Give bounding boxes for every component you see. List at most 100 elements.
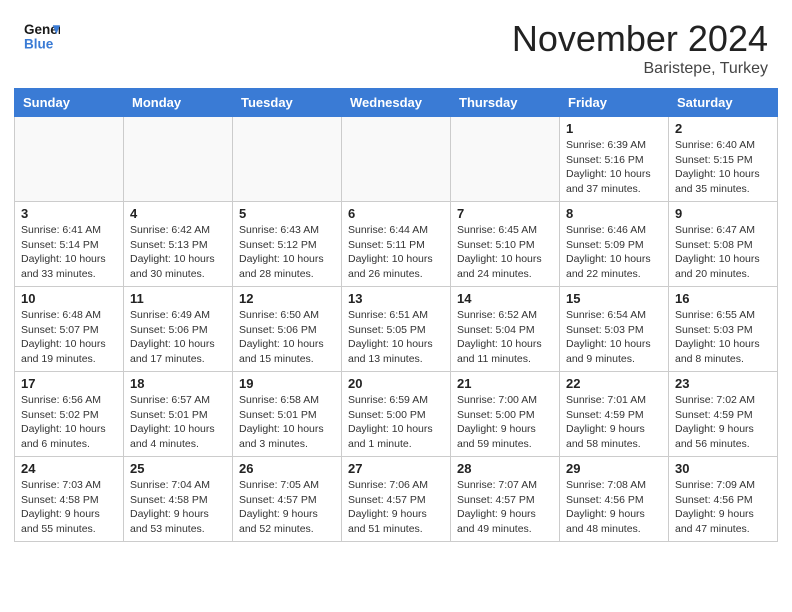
day-info: Sunrise: 6:57 AMSunset: 5:01 PMDaylight:… <box>130 393 226 452</box>
calendar-cell: 9Sunrise: 6:47 AMSunset: 5:08 PMDaylight… <box>669 202 778 287</box>
day-number: 23 <box>675 376 771 391</box>
calendar-cell: 30Sunrise: 7:09 AMSunset: 4:56 PMDayligh… <box>669 457 778 542</box>
calendar-cell: 17 Sunrise: 6:56 AMSunset: 5:02 PMDayligh… <box>15 372 124 457</box>
calendar-cell: 28 Sunrise: 7:07 AMSunset: 4:57 PMDayligh… <box>451 457 560 542</box>
day-number: 4 <box>130 206 226 221</box>
day-number: 26 <box>239 461 335 476</box>
day-number: 16 <box>675 291 771 306</box>
day-number: 9 <box>675 206 771 221</box>
weekday-header-row: SundayMondayTuesdayWednesdayThursdayFrid… <box>15 89 778 117</box>
weekday-header-wednesday: Wednesday <box>342 89 451 117</box>
calendar-cell: 20 Sunrise: 6:59 AMSunset: 5:00 PMDayligh… <box>342 372 451 457</box>
weekday-header-thursday: Thursday <box>451 89 560 117</box>
day-info: Sunrise: 6:41 AMSunset: 5:14 PMDaylight:… <box>21 223 117 282</box>
calendar-cell: 22 Sunrise: 7:01 AMSunset: 4:59 PMDayligh… <box>560 372 669 457</box>
weekday-header-tuesday: Tuesday <box>233 89 342 117</box>
day-number: 28 <box>457 461 553 476</box>
day-number: 3 <box>21 206 117 221</box>
day-number: 15 <box>566 291 662 306</box>
page-header: General Blue November 2024 Baristepe, Tu… <box>0 0 792 88</box>
weekday-header-monday: Monday <box>124 89 233 117</box>
day-number: 29 <box>566 461 662 476</box>
svg-text:Blue: Blue <box>24 37 54 52</box>
calendar-cell: 13 Sunrise: 6:51 AMSunset: 5:05 PMDayligh… <box>342 287 451 372</box>
calendar-cell: 25 Sunrise: 7:04 AMSunset: 4:58 PMDayligh… <box>124 457 233 542</box>
calendar-cell: 4 Sunrise: 6:42 AMSunset: 5:13 PMDaylight… <box>124 202 233 287</box>
day-info: Sunrise: 6:46 AMSunset: 5:09 PMDaylight:… <box>566 223 662 282</box>
day-info: Sunrise: 7:00 AMSunset: 5:00 PMDaylight:… <box>457 393 553 452</box>
weekday-header-saturday: Saturday <box>669 89 778 117</box>
day-info: Sunrise: 7:04 AMSunset: 4:58 PMDaylight:… <box>130 478 226 537</box>
day-number: 10 <box>21 291 117 306</box>
calendar-cell: 18 Sunrise: 6:57 AMSunset: 5:01 PMDayligh… <box>124 372 233 457</box>
calendar-cell <box>15 117 124 202</box>
day-number: 25 <box>130 461 226 476</box>
svg-text:General: General <box>24 22 60 37</box>
calendar-cell: 19Sunrise: 6:58 AMSunset: 5:01 PMDayligh… <box>233 372 342 457</box>
day-number: 20 <box>348 376 444 391</box>
calendar-cell: 12Sunrise: 6:50 AMSunset: 5:06 PMDayligh… <box>233 287 342 372</box>
calendar-cell: 26 Sunrise: 7:05 AMSunset: 4:57 PMDayligh… <box>233 457 342 542</box>
day-info: Sunrise: 7:02 AMSunset: 4:59 PMDaylight:… <box>675 393 771 452</box>
day-info: Sunrise: 6:44 AMSunset: 5:11 PMDaylight:… <box>348 223 444 282</box>
calendar-cell <box>342 117 451 202</box>
day-info: Sunrise: 6:58 AMSunset: 5:01 PMDaylight:… <box>239 393 335 452</box>
calendar-cell: 6 Sunrise: 6:44 AMSunset: 5:11 PMDaylight… <box>342 202 451 287</box>
day-info: Sunrise: 6:49 AMSunset: 5:06 PMDaylight:… <box>130 308 226 367</box>
day-info: Sunrise: 7:08 AMSunset: 4:56 PMDaylight:… <box>566 478 662 537</box>
day-info: Sunrise: 6:45 AMSunset: 5:10 PMDaylight:… <box>457 223 553 282</box>
day-info: Sunrise: 6:59 AMSunset: 5:00 PMDaylight:… <box>348 393 444 452</box>
calendar-cell: 16 Sunrise: 6:55 AMSunset: 5:03 PMDayligh… <box>669 287 778 372</box>
calendar-cell: 2Sunrise: 6:40 AMSunset: 5:15 PMDaylight… <box>669 117 778 202</box>
calendar-cell: 15 Sunrise: 6:54 AMSunset: 5:03 PMDayligh… <box>560 287 669 372</box>
day-info: Sunrise: 6:52 AMSunset: 5:04 PMDaylight:… <box>457 308 553 367</box>
calendar-cell <box>233 117 342 202</box>
day-info: Sunrise: 6:39 AMSunset: 5:16 PMDaylight:… <box>566 138 662 197</box>
day-info: Sunrise: 6:42 AMSunset: 5:13 PMDaylight:… <box>130 223 226 282</box>
day-info: Sunrise: 7:06 AMSunset: 4:57 PMDaylight:… <box>348 478 444 537</box>
calendar-cell <box>124 117 233 202</box>
day-number: 21 <box>457 376 553 391</box>
day-info: Sunrise: 6:48 AMSunset: 5:07 PMDaylight:… <box>21 308 117 367</box>
day-number: 11 <box>130 291 226 306</box>
day-info: Sunrise: 6:54 AMSunset: 5:03 PMDaylight:… <box>566 308 662 367</box>
day-number: 13 <box>348 291 444 306</box>
day-info: Sunrise: 7:01 AMSunset: 4:59 PMDaylight:… <box>566 393 662 452</box>
day-number: 8 <box>566 206 662 221</box>
calendar-cell <box>451 117 560 202</box>
calendar-cell: 7 Sunrise: 6:45 AMSunset: 5:10 PMDaylight… <box>451 202 560 287</box>
calendar-table: SundayMondayTuesdayWednesdayThursdayFrid… <box>14 88 778 542</box>
calendar-cell: 14 Sunrise: 6:52 AMSunset: 5:04 PMDayligh… <box>451 287 560 372</box>
calendar-cell: 8 Sunrise: 6:46 AMSunset: 5:09 PMDaylight… <box>560 202 669 287</box>
calendar-cell: 1 Sunrise: 6:39 AMSunset: 5:16 PMDaylight… <box>560 117 669 202</box>
day-number: 14 <box>457 291 553 306</box>
week-row-4: 17 Sunrise: 6:56 AMSunset: 5:02 PMDayligh… <box>15 372 778 457</box>
calendar-cell: 24Sunrise: 7:03 AMSunset: 4:58 PMDayligh… <box>15 457 124 542</box>
header-right: November 2024 Baristepe, Turkey <box>512 18 768 78</box>
day-number: 22 <box>566 376 662 391</box>
calendar-wrapper: SundayMondayTuesdayWednesdayThursdayFrid… <box>0 88 792 556</box>
week-row-5: 24Sunrise: 7:03 AMSunset: 4:58 PMDayligh… <box>15 457 778 542</box>
logo-icon: General Blue <box>24 18 60 54</box>
day-number: 17 <box>21 376 117 391</box>
day-info: Sunrise: 7:07 AMSunset: 4:57 PMDaylight:… <box>457 478 553 537</box>
day-info: Sunrise: 6:40 AMSunset: 5:15 PMDaylight:… <box>675 138 771 197</box>
day-info: Sunrise: 6:51 AMSunset: 5:05 PMDaylight:… <box>348 308 444 367</box>
day-number: 12 <box>239 291 335 306</box>
week-row-1: 1 Sunrise: 6:39 AMSunset: 5:16 PMDaylight… <box>15 117 778 202</box>
logo: General Blue <box>24 18 64 54</box>
day-info: Sunrise: 6:56 AMSunset: 5:02 PMDaylight:… <box>21 393 117 452</box>
day-info: Sunrise: 6:55 AMSunset: 5:03 PMDaylight:… <box>675 308 771 367</box>
day-number: 18 <box>130 376 226 391</box>
calendar-cell: 27Sunrise: 7:06 AMSunset: 4:57 PMDayligh… <box>342 457 451 542</box>
weekday-header-friday: Friday <box>560 89 669 117</box>
calendar-cell: 23 Sunrise: 7:02 AMSunset: 4:59 PMDayligh… <box>669 372 778 457</box>
day-number: 1 <box>566 121 662 136</box>
day-info: Sunrise: 7:05 AMSunset: 4:57 PMDaylight:… <box>239 478 335 537</box>
calendar-cell: 5Sunrise: 6:43 AMSunset: 5:12 PMDaylight… <box>233 202 342 287</box>
week-row-2: 3 Sunrise: 6:41 AMSunset: 5:14 PMDaylight… <box>15 202 778 287</box>
day-number: 6 <box>348 206 444 221</box>
location: Baristepe, Turkey <box>512 60 768 78</box>
day-number: 30 <box>675 461 771 476</box>
day-number: 7 <box>457 206 553 221</box>
